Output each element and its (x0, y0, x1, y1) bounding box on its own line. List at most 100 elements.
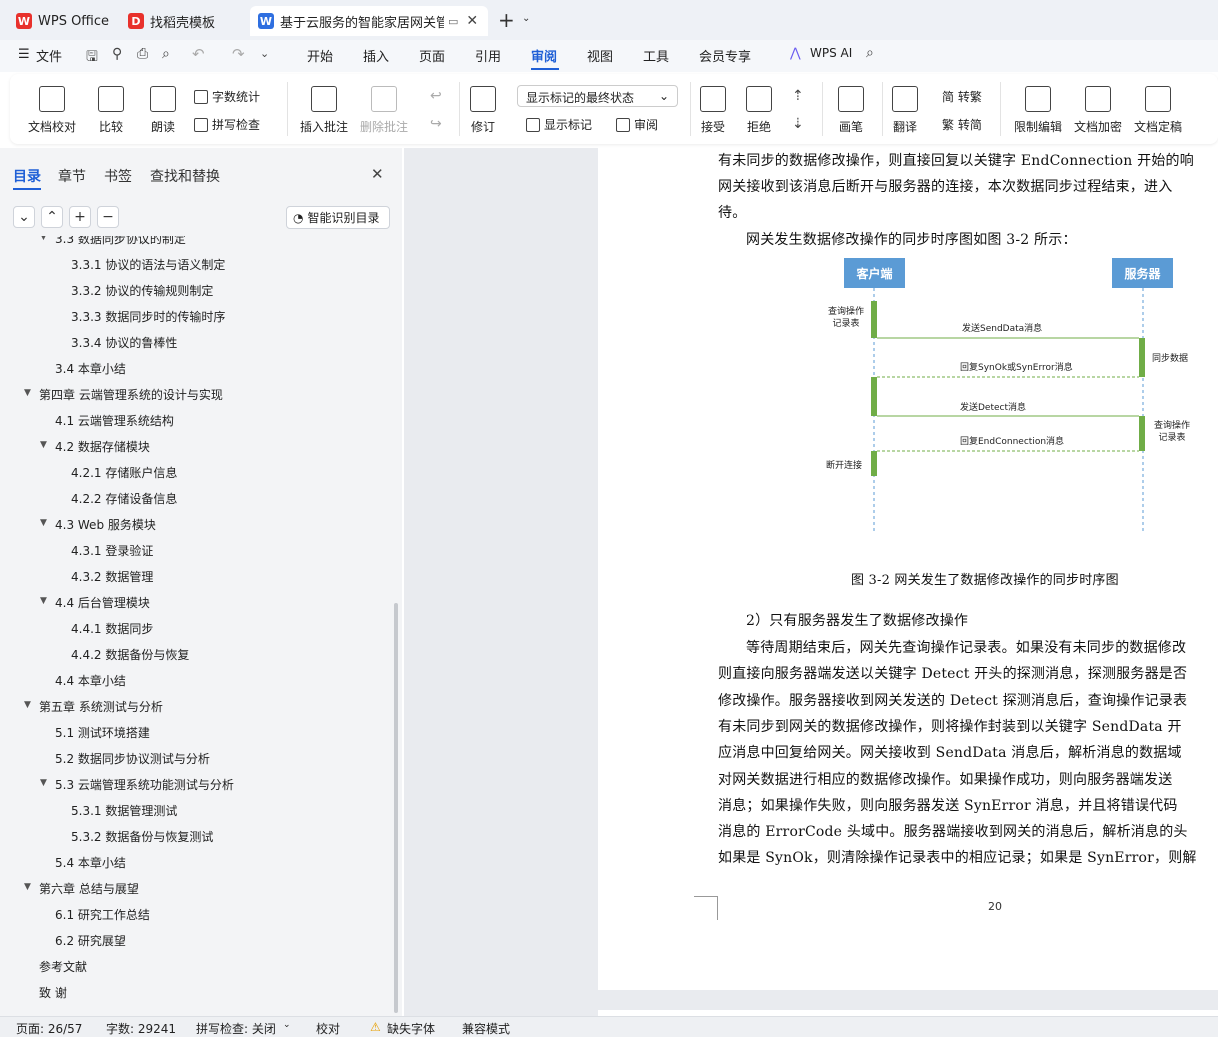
toc-item[interactable]: 第六章 总结与展望 (39, 880, 139, 897)
expand-toggle-icon[interactable]: ▼ (24, 882, 31, 892)
toc-item[interactable]: 3.3.2 协议的传输规则制定 (71, 282, 213, 299)
more-icon[interactable]: ⌄ (260, 47, 269, 60)
smart-toc-button[interactable]: ◔ 智能识别目录 (286, 206, 390, 229)
page-indicator[interactable]: 页面: 26/57 (16, 1020, 82, 1037)
menu-view[interactable]: 视图 (587, 46, 613, 65)
toc-item[interactable]: 6.2 研究展望 (55, 932, 126, 949)
expand-button[interactable]: ⌃ (41, 206, 63, 228)
expand-toggle-icon[interactable]: ▼ (40, 778, 47, 788)
menu-insert[interactable]: 插入 (363, 46, 389, 65)
revise-button[interactable]: 修订 (470, 86, 496, 135)
delete-comment-button[interactable]: 删除批注 (360, 86, 408, 135)
menu-tools[interactable]: 工具 (643, 46, 669, 65)
toc-item[interactable]: 致 谢 (39, 984, 67, 1001)
toc-item[interactable]: 6.1 研究工作总结 (55, 906, 150, 923)
toc-item[interactable]: 4.3.2 数据管理 (71, 568, 153, 585)
toc-item[interactable]: 4.3 Web 服务模块 (55, 516, 156, 533)
chevron-down-icon[interactable]: ⌄ (283, 1020, 291, 1030)
close-icon[interactable]: ✕ (371, 165, 384, 183)
document-page[interactable]: 客户端 服务器 查询操作记录表 发送SendData消息 同步数据 回复SynO… (598, 148, 1218, 990)
share-icon[interactable]: ⚲ (112, 46, 122, 62)
next-change-icon[interactable]: ⇣ (792, 116, 804, 132)
tab-bookmarks[interactable]: 书签 (104, 166, 132, 186)
finalize-button[interactable]: 文档定稿 (1134, 86, 1182, 135)
toc-item[interactable]: 4.4.1 数据同步 (71, 620, 153, 637)
print-icon[interactable]: ⎙ (137, 46, 148, 62)
restrict-edit-button[interactable]: 限制编辑 (1014, 86, 1062, 135)
proof-status[interactable]: 校对 (316, 1020, 340, 1037)
to-traditional-button[interactable]: 简 转繁 (942, 88, 982, 105)
expand-toggle-icon[interactable]: ▼ (24, 700, 31, 710)
toc-item[interactable]: 4.2 数据存储模块 (55, 438, 150, 455)
toc-item[interactable]: 5.2 数据同步协议测试与分析 (55, 750, 210, 767)
toc-item[interactable]: 第四章 云端管理系统的设计与实现 (39, 386, 223, 403)
expand-toggle-icon[interactable]: ▼ (40, 518, 47, 528)
show-markup-button[interactable]: 显示标记 (526, 116, 592, 133)
toc-item[interactable]: 4.2.2 存储设备信息 (71, 490, 177, 507)
prev-comment-icon[interactable]: ↩ (430, 88, 442, 104)
menu-page[interactable]: 页面 (419, 46, 445, 65)
toc-item[interactable]: 3.3 数据同步协议的制定 (55, 236, 186, 247)
tab-toc[interactable]: 目录 (13, 166, 41, 186)
expand-toggle-icon[interactable]: ▼ (40, 440, 47, 450)
read-aloud-button[interactable]: 朗读 (150, 86, 176, 135)
toc-item[interactable]: 4.2.1 存储账户信息 (71, 464, 177, 481)
tab-find-replace[interactable]: 查找和替换 (150, 166, 220, 186)
toc-item[interactable]: 5.3 云端管理系统功能测试与分析 (55, 776, 234, 793)
spell-check-status[interactable]: 拼写检查: 关闭 (196, 1020, 276, 1037)
to-simplified-button[interactable]: 繁 转简 (942, 116, 982, 133)
tab-templates[interactable]: D 找稻壳模板 (120, 6, 244, 36)
toc-item[interactable]: 3.3.1 协议的语法与语义制定 (71, 256, 225, 273)
review-pane-button[interactable]: 审阅 (616, 116, 658, 133)
insert-comment-button[interactable]: 插入批注 (300, 86, 348, 135)
add-heading-button[interactable]: + (69, 206, 91, 228)
expand-toggle-icon[interactable]: ▼ (40, 236, 47, 242)
translate-button[interactable]: 翻译 (892, 86, 918, 135)
word-count[interactable]: 字数: 29241 (106, 1020, 176, 1037)
close-icon[interactable]: ✕ (466, 13, 478, 29)
scrollbar[interactable] (394, 603, 398, 1013)
pen-button[interactable]: 画笔 (838, 86, 864, 135)
toc-item[interactable]: 5.4 本章小结 (55, 854, 126, 871)
encrypt-button[interactable]: 文档加密 (1074, 86, 1122, 135)
reject-button[interactable]: 拒绝 (746, 86, 772, 135)
spell-check-button[interactable]: 拼写检查 (194, 116, 260, 133)
toc-item[interactable]: 第五章 系统测试与分析 (39, 698, 163, 715)
menu-vip[interactable]: 会员专享 (699, 46, 751, 65)
accept-button[interactable]: 接受 (700, 86, 726, 135)
compare-button[interactable]: 比较 (98, 86, 124, 135)
toc-item[interactable]: 3.4 本章小结 (55, 360, 126, 377)
toc-item[interactable]: 5.3.2 数据备份与恢复测试 (71, 828, 213, 845)
menu-home[interactable]: 开始 (307, 46, 333, 65)
toc-item[interactable]: 参考文献 (39, 958, 87, 975)
markup-dropdown[interactable]: 显示标记的最终状态 ⌄ (517, 85, 678, 107)
menu-references[interactable]: 引用 (475, 46, 501, 65)
hamburger-icon[interactable]: ☰ (18, 47, 30, 62)
print-preview-icon[interactable]: ⌕ (162, 46, 170, 62)
toc-item[interactable]: 5.3.1 数据管理测试 (71, 802, 177, 819)
redo-icon[interactable]: ↷ (232, 45, 245, 63)
toc-item[interactable]: 4.4 后台管理模块 (55, 594, 150, 611)
toc-item[interactable]: 4.4.2 数据备份与恢复 (71, 646, 189, 663)
menu-review[interactable]: 审阅 (531, 46, 557, 65)
undo-icon[interactable]: ↶ (192, 45, 205, 63)
collapse-button[interactable]: ⌄ (13, 206, 35, 228)
expand-toggle-icon[interactable]: ▼ (24, 388, 31, 398)
toc-item[interactable]: 4.1 云端管理系统结构 (55, 412, 174, 429)
toc-item[interactable]: 3.3.4 协议的鲁棒性 (71, 334, 177, 351)
tab-sections[interactable]: 章节 (58, 166, 86, 186)
remove-heading-button[interactable]: − (97, 206, 119, 228)
toc-item[interactable]: 4.4 本章小结 (55, 672, 126, 689)
toc-item[interactable]: 5.1 测试环境搭建 (55, 724, 150, 741)
search-icon[interactable]: ⌕ (866, 45, 874, 61)
tab-wps-office[interactable]: W WPS Office (8, 6, 114, 36)
screen-icon[interactable]: ▭ (448, 15, 458, 28)
menu-file[interactable]: 文件 (36, 46, 62, 65)
missing-font[interactable]: 缺失字体 (387, 1020, 435, 1037)
save-icon[interactable]: 🖫 (86, 46, 98, 70)
new-tab-icon[interactable]: + (498, 8, 515, 32)
toc-item[interactable]: 3.3.3 数据同步时的传输时序 (71, 308, 225, 325)
tab-document[interactable]: W 基于云服务的智能家居网关管 ▭ ✕ (250, 6, 488, 36)
next-comment-icon[interactable]: ↪ (430, 116, 442, 132)
chevron-down-icon[interactable]: ⌄ (522, 13, 530, 24)
